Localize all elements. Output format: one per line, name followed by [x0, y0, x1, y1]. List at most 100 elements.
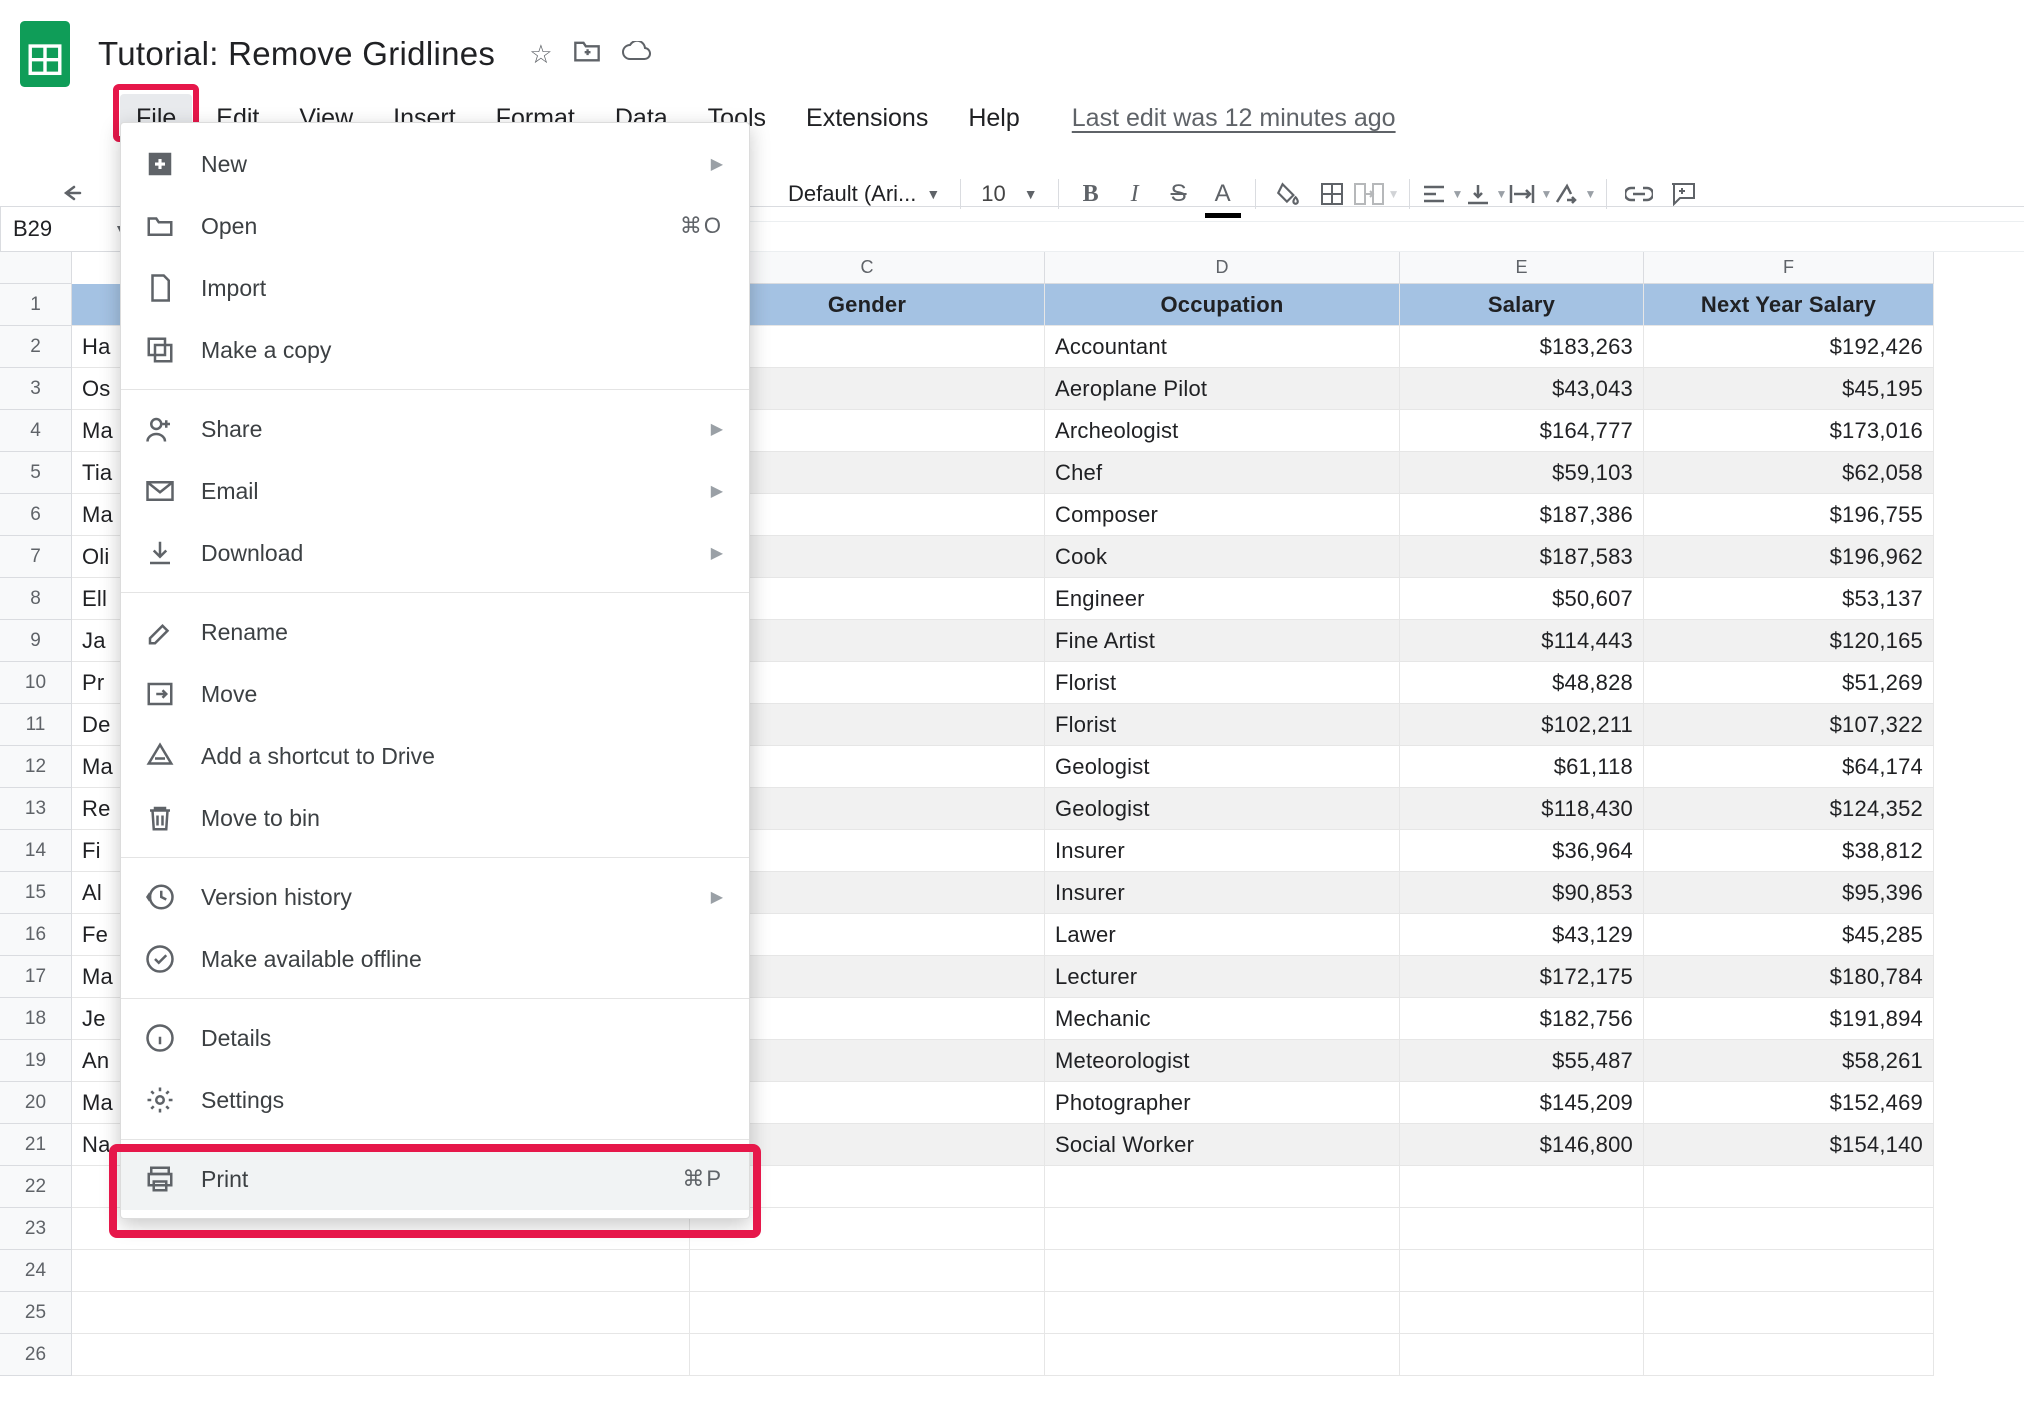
cell-D12[interactable]: Geologist	[1045, 746, 1400, 788]
move-folder-icon[interactable]	[573, 39, 601, 70]
cell-F20[interactable]: $152,469	[1644, 1082, 1934, 1124]
cell-F6[interactable]: $196,755	[1644, 494, 1934, 536]
cell-E19[interactable]: $55,487	[1400, 1040, 1644, 1082]
cell-F11[interactable]: $107,322	[1644, 704, 1934, 746]
cell-E16[interactable]: $43,129	[1400, 914, 1644, 956]
cell-F23[interactable]	[1644, 1208, 1934, 1250]
cell-F16[interactable]: $45,285	[1644, 914, 1934, 956]
cell-E18[interactable]: $182,756	[1400, 998, 1644, 1040]
cell-F25[interactable]	[1644, 1292, 1934, 1334]
cell-E14[interactable]: $36,964	[1400, 830, 1644, 872]
cloud-status-icon[interactable]	[621, 39, 651, 70]
row-header-24[interactable]: 24	[0, 1250, 72, 1292]
cell-D9[interactable]: Fine Artist	[1045, 620, 1400, 662]
font-size-select[interactable]: 10▼	[971, 181, 1047, 207]
column-header-E[interactable]: E	[1400, 252, 1644, 284]
row-header-25[interactable]: 25	[0, 1292, 72, 1334]
cell-E13[interactable]: $118,430	[1400, 788, 1644, 830]
column-header-F[interactable]: F	[1644, 252, 1934, 284]
cell-D13[interactable]: Geologist	[1045, 788, 1400, 830]
cell-E15[interactable]: $90,853	[1400, 872, 1644, 914]
cell-D2[interactable]: Accountant	[1045, 326, 1400, 368]
cell-E5[interactable]: $59,103	[1400, 452, 1644, 494]
file-menu-rename[interactable]: Rename	[121, 601, 749, 663]
cell-F1[interactable]: Next Year Salary	[1644, 284, 1934, 326]
cell-E23[interactable]	[1400, 1208, 1644, 1250]
cell-F2[interactable]: $192,426	[1644, 326, 1934, 368]
row-header-10[interactable]: 10	[0, 662, 72, 704]
row-header-9[interactable]: 9	[0, 620, 72, 662]
cell-E17[interactable]: $172,175	[1400, 956, 1644, 998]
cell-F10[interactable]: $51,269	[1644, 662, 1934, 704]
file-menu-move-to-bin[interactable]: Move to bin	[121, 787, 749, 849]
row-header-18[interactable]: 18	[0, 998, 72, 1040]
file-menu-share[interactable]: Share▶	[121, 398, 749, 460]
row-header-23[interactable]: 23	[0, 1208, 72, 1250]
cell-D6[interactable]: Composer	[1045, 494, 1400, 536]
cell-E6[interactable]: $187,386	[1400, 494, 1644, 536]
cell-D17[interactable]: Lecturer	[1045, 956, 1400, 998]
cell-F13[interactable]: $124,352	[1644, 788, 1934, 830]
cell-D26[interactable]	[1045, 1334, 1400, 1376]
column-header-D[interactable]: D	[1045, 252, 1400, 284]
cell-D3[interactable]: Aeroplane Pilot	[1045, 368, 1400, 410]
file-menu-make-copy[interactable]: Make a copy	[121, 319, 749, 381]
cell-E22[interactable]	[1400, 1166, 1644, 1208]
cell-A26[interactable]	[72, 1334, 690, 1376]
cell-F18[interactable]: $191,894	[1644, 998, 1934, 1040]
cell-F21[interactable]: $154,140	[1644, 1124, 1934, 1166]
cell-F26[interactable]	[1644, 1334, 1934, 1376]
row-header-3[interactable]: 3	[0, 368, 72, 410]
cell-D15[interactable]: Insurer	[1045, 872, 1400, 914]
cell-F8[interactable]: $53,137	[1644, 578, 1934, 620]
file-menu-download[interactable]: Download▶	[121, 522, 749, 584]
cell-E2[interactable]: $183,263	[1400, 326, 1644, 368]
cell-F19[interactable]: $58,261	[1644, 1040, 1934, 1082]
cell-C26[interactable]	[690, 1334, 1045, 1376]
row-header-6[interactable]: 6	[0, 494, 72, 536]
cell-D24[interactable]	[1045, 1250, 1400, 1292]
row-header-4[interactable]: 4	[0, 410, 72, 452]
file-menu-print[interactable]: Print⌘P	[121, 1148, 749, 1210]
row-header-17[interactable]: 17	[0, 956, 72, 998]
font-family-select[interactable]: Default (Ari...▼	[778, 181, 950, 207]
row-header-16[interactable]: 16	[0, 914, 72, 956]
row-header-1[interactable]: 1	[0, 284, 72, 326]
cell-D20[interactable]: Photographer	[1045, 1082, 1400, 1124]
row-header-5[interactable]: 5	[0, 452, 72, 494]
file-menu-details[interactable]: Details	[121, 1007, 749, 1069]
row-header-15[interactable]: 15	[0, 872, 72, 914]
cell-E1[interactable]: Salary	[1400, 284, 1644, 326]
cell-E12[interactable]: $61,118	[1400, 746, 1644, 788]
cell-E4[interactable]: $164,777	[1400, 410, 1644, 452]
cell-A25[interactable]	[72, 1292, 690, 1334]
document-title[interactable]: Tutorial: Remove Gridlines	[98, 35, 495, 73]
cell-F14[interactable]: $38,812	[1644, 830, 1934, 872]
cell-E9[interactable]: $114,443	[1400, 620, 1644, 662]
cell-F24[interactable]	[1644, 1250, 1934, 1292]
cell-D14[interactable]: Insurer	[1045, 830, 1400, 872]
cell-E26[interactable]	[1400, 1334, 1644, 1376]
row-header-2[interactable]: 2	[0, 326, 72, 368]
row-header-8[interactable]: 8	[0, 578, 72, 620]
cell-F22[interactable]	[1644, 1166, 1934, 1208]
row-header-7[interactable]: 7	[0, 536, 72, 578]
cell-D19[interactable]: Meteorologist	[1045, 1040, 1400, 1082]
row-header-19[interactable]: 19	[0, 1040, 72, 1082]
cell-F17[interactable]: $180,784	[1644, 956, 1934, 998]
cell-F5[interactable]: $62,058	[1644, 452, 1934, 494]
cell-F12[interactable]: $64,174	[1644, 746, 1934, 788]
sheets-logo-icon[interactable]	[20, 18, 74, 90]
cell-D16[interactable]: Lawer	[1045, 914, 1400, 956]
file-menu-move[interactable]: Move	[121, 663, 749, 725]
select-all-corner[interactable]	[0, 252, 72, 284]
cell-D21[interactable]: Social Worker	[1045, 1124, 1400, 1166]
cell-A24[interactable]	[72, 1250, 690, 1292]
file-menu-version-history[interactable]: Version history▶	[121, 866, 749, 928]
cell-D10[interactable]: Florist	[1045, 662, 1400, 704]
cell-F4[interactable]: $173,016	[1644, 410, 1934, 452]
file-menu-email[interactable]: Email▶	[121, 460, 749, 522]
row-header-21[interactable]: 21	[0, 1124, 72, 1166]
cell-E25[interactable]	[1400, 1292, 1644, 1334]
cell-E24[interactable]	[1400, 1250, 1644, 1292]
